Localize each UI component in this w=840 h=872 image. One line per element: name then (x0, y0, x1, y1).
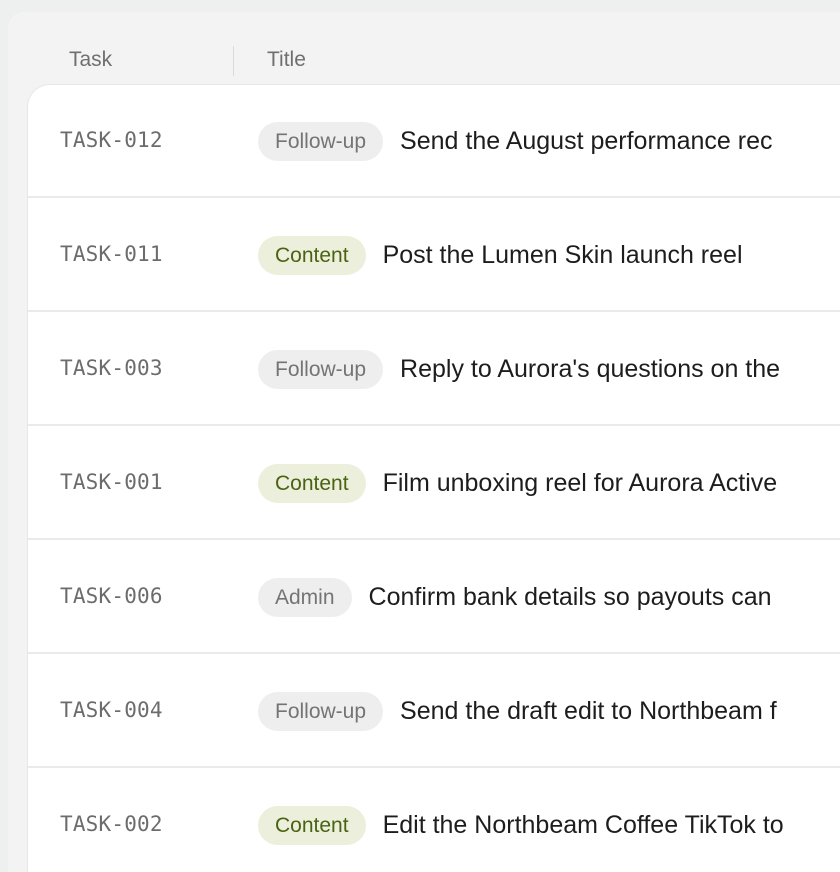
table-row[interactable]: TASK-011 Content Post the Lumen Skin lau… (28, 199, 840, 312)
task-id: TASK-002 (60, 812, 163, 836)
title-cell: Content Edit the Northbeam Coffee TikTok… (258, 806, 784, 845)
column-header-task[interactable]: Task (69, 48, 112, 72)
task-title[interactable]: Confirm bank details so payouts can (369, 583, 772, 612)
column-header-title[interactable]: Title (267, 48, 306, 72)
category-badge: Follow-up (258, 122, 384, 161)
task-id: TASK-011 (60, 242, 163, 266)
table-row[interactable]: TASK-004 Follow-up Send the draft edit t… (28, 655, 840, 768)
title-cell: Follow-up Send the August performance re… (258, 122, 773, 161)
title-cell: Follow-up Reply to Aurora's questions on… (258, 350, 780, 389)
task-id: TASK-006 (60, 584, 163, 608)
table-row[interactable]: TASK-006 Admin Confirm bank details so p… (28, 541, 840, 654)
task-title[interactable]: Send the draft edit to Northbeam f (400, 697, 777, 726)
category-badge: Admin (258, 578, 352, 617)
table-row[interactable]: TASK-012 Follow-up Send the August perfo… (28, 85, 840, 198)
table-row[interactable]: TASK-001 Content Film unboxing reel for … (28, 427, 840, 540)
task-id: TASK-012 (60, 128, 163, 152)
task-id: TASK-003 (60, 356, 163, 380)
task-list-page: Task Title TASK-012 Follow-up Send the A… (0, 0, 840, 872)
title-cell: Follow-up Send the draft edit to Northbe… (258, 692, 777, 731)
category-badge: Content (258, 464, 366, 503)
column-divider[interactable] (233, 46, 234, 76)
task-title[interactable]: Film unboxing reel for Aurora Active (383, 469, 778, 498)
table-body: TASK-012 Follow-up Send the August perfo… (28, 85, 840, 872)
task-title[interactable]: Edit the Northbeam Coffee TikTok to (383, 811, 784, 840)
table-row[interactable]: TASK-003 Follow-up Reply to Aurora's que… (28, 313, 840, 426)
task-title[interactable]: Reply to Aurora's questions on the (400, 355, 780, 384)
table-row[interactable]: TASK-002 Content Edit the Northbeam Coff… (28, 769, 840, 872)
category-badge: Content (258, 806, 366, 845)
title-cell: Content Post the Lumen Skin launch reel (258, 236, 743, 275)
category-badge: Content (258, 236, 366, 275)
task-title[interactable]: Send the August performance rec (400, 127, 772, 156)
category-badge: Follow-up (258, 692, 384, 731)
title-cell: Admin Confirm bank details so payouts ca… (258, 578, 772, 617)
task-id: TASK-001 (60, 470, 163, 494)
task-title[interactable]: Post the Lumen Skin launch reel (383, 241, 743, 270)
task-id: TASK-004 (60, 698, 163, 722)
category-badge: Follow-up (258, 350, 384, 389)
title-cell: Content Film unboxing reel for Aurora Ac… (258, 464, 777, 503)
